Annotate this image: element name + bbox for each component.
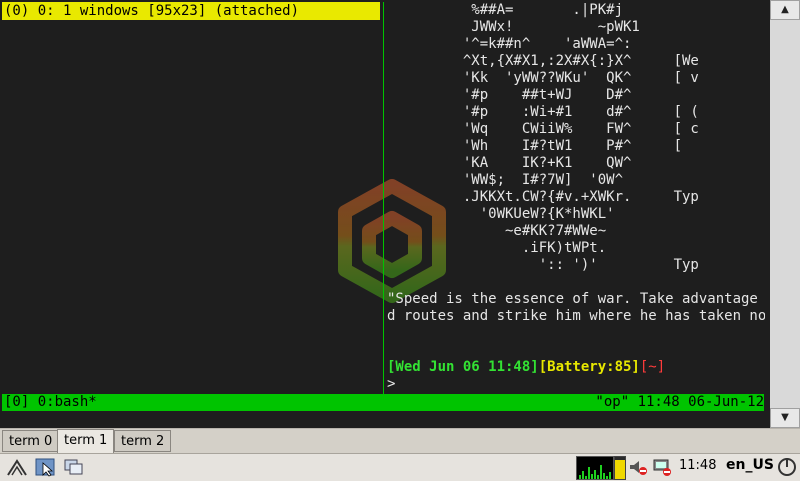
ascii-art-line: %##A= .|PK#j (387, 2, 674, 18)
prompt-directory: [~] (639, 359, 666, 375)
ascii-art-line: '0WKUeW?{K*hWKL' (387, 206, 683, 222)
quote-text: "Speed is the essence of war. Take advan… (387, 291, 765, 325)
ascii-art-line: .iFK)tWPt. (387, 240, 683, 256)
clock[interactable]: 11:48 (679, 458, 716, 473)
tab-bar: term 0 term 1 term 2 (0, 428, 800, 454)
quote-line: d routes and strike him where he has tak… (387, 308, 765, 324)
scrollbar[interactable]: ▲ ▼ (770, 0, 800, 428)
ascii-art-line: 'WW$; I#?7W] '0W^ (387, 172, 691, 188)
network-icon[interactable] (651, 457, 673, 477)
show-desktop-icon[interactable] (63, 457, 85, 477)
prompt-date: [Wed Jun 06 11:48] (387, 359, 539, 375)
quote-line: "Speed is the essence of war. Take advan… (387, 291, 765, 307)
ascii-art-line: ^Xt,{X#X1,:2X#X{:}X^ [We (387, 53, 699, 69)
pane-divider[interactable] (383, 2, 384, 394)
ascii-art-line: 'Kk 'yWW??WKu' QK^ [ v (387, 70, 699, 86)
keyboard-layout[interactable]: en_US (726, 457, 774, 473)
tab-term-0[interactable]: term 0 (2, 430, 60, 452)
prompt-battery: [Battery:85] (538, 359, 640, 375)
prompt-caret[interactable]: > (387, 376, 395, 393)
tab-term-1[interactable]: term 1 (57, 429, 115, 454)
taskbar: 11:48 en_US (0, 453, 800, 481)
ascii-art-line: ~e#KK?7#WWe~ (387, 223, 683, 239)
scroll-up-button[interactable]: ▲ (770, 0, 800, 20)
cpu-monitor-icon[interactable] (576, 456, 614, 480)
status-host-time: "op" 11:48 06-Jun-12 (595, 394, 764, 410)
start-menu-icon[interactable] (6, 457, 28, 477)
file-manager-icon[interactable] (35, 457, 57, 477)
ascii-art: %##A= .|PK#j JWWx! ~pWK1 '^=k##n^ 'aWWA=… (387, 2, 765, 282)
tab-term-2[interactable]: term 2 (114, 430, 172, 452)
ascii-art-line: '#p :Wi+#1 d#^ [ ( (387, 104, 699, 120)
volume-muted-icon[interactable] (627, 457, 649, 477)
ascii-art-line: '#p ##t+WJ D#^ (387, 87, 691, 103)
left-pane-header: (0) 0: 1 windows [95x23] (attached) (2, 2, 380, 20)
status-window-list[interactable]: [0] 0:bash* (4, 394, 97, 411)
ascii-art-line: 'Wq CWiiW% FW^ [ c (387, 121, 699, 137)
ascii-art-line: 'Wh I#?tW1 P#^ [ (387, 138, 699, 154)
ascii-art-line: .JKKXt.CW?{#v.+XWKr. Typ (387, 189, 699, 205)
ascii-art-line: 'KA IK?+K1 QW^ (387, 155, 691, 171)
scroll-down-button[interactable]: ▼ (770, 408, 800, 428)
terminal-window[interactable]: (0) 0: 1 windows [95x23] (attached) %##A… (0, 0, 770, 428)
ascii-art-line: '^=k##n^ 'aWWA=^: (387, 36, 683, 52)
ascii-art-line: ':: ')' Typ (387, 257, 699, 273)
shell-prompt: [Wed Jun 06 11:48][Battery:85][~] (387, 359, 665, 376)
logout-icon[interactable] (776, 457, 798, 477)
tmux-status-bar: [0] 0:bash* "op" 11:48 06-Jun-12 (2, 394, 764, 411)
ascii-art-line: JWWx! ~pWK1 (387, 19, 683, 35)
battery-level-icon[interactable] (614, 456, 626, 480)
